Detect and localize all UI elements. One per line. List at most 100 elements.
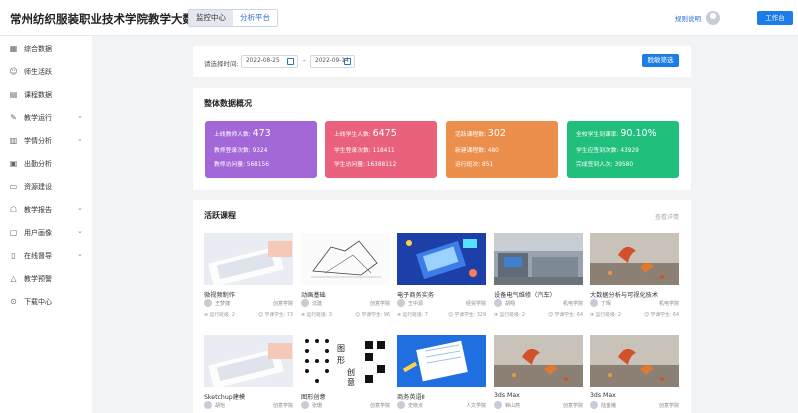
platform-switch: 监控中心 分析平台: [188, 9, 278, 27]
svg-text:创: 创: [347, 367, 355, 377]
grid-icon: ▦: [9, 44, 18, 53]
college-name: 创意学院: [369, 301, 390, 307]
stat-row: 新建课程数: 480: [455, 148, 499, 154]
course-thumbnail: [204, 335, 293, 387]
chevron-down-icon: ⌄: [77, 227, 83, 235]
sidebar-item-label: 在线督导: [24, 252, 52, 260]
start-date-input[interactable]: 2022-08-25: [241, 55, 298, 68]
sidebar-item-label: 学情分析: [24, 137, 52, 145]
sidebar-item-reports[interactable]: ☖ 教学报告 ⌄: [0, 200, 92, 220]
course-thumbnail: [494, 335, 583, 387]
stat-row: 上线教师人数: 473: [214, 128, 271, 139]
svg-text:图: 图: [337, 344, 345, 353]
stat-row: 学生登录次数: 118411: [334, 148, 395, 154]
college-name: 机电学院: [562, 301, 583, 307]
college-name: 创意学院: [658, 403, 679, 409]
enrolled-students: ☺ 学课学生: 73: [258, 313, 293, 318]
course-thumbnail: [590, 233, 679, 285]
sidebar-item-resources[interactable]: ▭ 资源建设: [0, 177, 92, 197]
course-name: 设备电气维修（汽车）: [494, 292, 556, 299]
enrolled-students: ☺ 学课学生: 329: [447, 313, 486, 318]
course-card[interactable]: 电子商务实务 王中源 经贸学院 ⊕ 运行班级: 7 ☺ 学课学生: 329: [397, 233, 486, 319]
course-card[interactable]: 动画基础 沈建 创意学院 ⊕ 运行班级: 3 ☺ 学课学生: 96: [301, 233, 390, 319]
sidebar-item-label: 教学预警: [24, 275, 52, 283]
course-card[interactable]: 微视频制作 王梦捷 创意学院 ⊕ 运行班级: 2 ☺ 学课学生: 73: [204, 233, 293, 319]
running-classes: ⊕ 运行班级: 7: [397, 313, 428, 318]
course-name: 动画基础: [301, 292, 326, 299]
stat-row: 活跃课程数: 302: [455, 128, 506, 139]
teacher-name: 陆金娥: [601, 403, 617, 409]
book-icon: ▤: [9, 90, 18, 99]
course-card[interactable]: 图形创意 图形创意 张珊 创意学院: [301, 335, 390, 413]
download-icon: ⊙: [10, 297, 17, 306]
stat-card-students: 上线学生人数: 6475 学生登录次数: 118411 学生访问量: 16388…: [325, 121, 437, 178]
course-name: 大数据分析与可视化技术: [590, 292, 659, 299]
enrolled-students: ☺ 学课学生: 96: [355, 313, 390, 318]
running-classes: ⊕ 运行班级: 2: [204, 313, 235, 318]
filter-bar: 请选择时间: 2022-08-25 - 2022-09-14 脱敏筛选: [193, 46, 691, 77]
sidebar-item-supervision[interactable]: ▯ 在线督导 ⌄: [0, 246, 92, 266]
stat-row: 教师访问量: 568156: [214, 162, 269, 168]
teacher-name: 胡翔: [505, 301, 516, 307]
portrait-icon: ▢: [9, 228, 18, 237]
course-thumbnail: [494, 233, 583, 285]
running-classes: ⊕ 运行班级: 2: [590, 313, 621, 318]
tab-analysis-platform[interactable]: 分析平台: [233, 10, 277, 26]
college-name: 机电学院: [658, 301, 679, 307]
enrolled-students: ☺ 学课学生: 64: [644, 313, 679, 318]
rules-link[interactable]: 规则说明: [675, 13, 701, 23]
sidebar-item-label: 课程数据: [24, 91, 52, 99]
sidebar-item-label: 出勤分析: [24, 160, 52, 168]
view-details-link[interactable]: 查看详情: [655, 212, 679, 221]
chevron-down-icon: ⌄: [77, 112, 83, 120]
course-name: 电子商务实务: [397, 292, 435, 299]
teacher-avatar: [590, 299, 598, 307]
desensitize-filter-button[interactable]: 脱敏筛选: [642, 54, 679, 67]
teacher-avatar: [301, 401, 309, 409]
sidebar-item-download[interactable]: ⊙ 下载中心: [0, 292, 92, 312]
sidebar-item-overview[interactable]: ▦ 综合数据: [0, 39, 92, 59]
teacher-name: 史晓贞: [408, 403, 424, 409]
date-separator: -: [303, 57, 306, 65]
sidebar-item-label: 师生活跃: [24, 68, 52, 76]
end-date-input[interactable]: 2022-09-14: [310, 55, 355, 68]
course-card[interactable]: 商务英语Ⅱ 史晓贞 人文学院: [397, 335, 486, 413]
active-courses-title: 活跃课程: [204, 211, 236, 220]
user-icon: ☺: [9, 67, 18, 76]
course-card[interactable]: 设备电气维修（汽车） 胡翔 机电学院 ⊕ 运行班级: 2 ☺ 学课学生: 64: [494, 233, 583, 319]
sidebar-item-study-analysis[interactable]: ▥ 学情分析 ⌄: [0, 131, 92, 151]
stat-row: 学生访问量: 16388112: [334, 162, 397, 168]
sidebar-item-user-portrait[interactable]: ▢ 用户画像 ⌄: [0, 223, 92, 243]
running-classes: ⊕ 运行班级: 2: [494, 313, 525, 318]
college-name: 人文学院: [465, 403, 486, 409]
sidebar-item-label: 资源建设: [24, 183, 52, 191]
course-card[interactable]: 3ds Max 陆金娥 创意学院: [590, 335, 679, 413]
course-card[interactable]: 3ds Max 钟山燕 创意学院: [494, 335, 583, 413]
folder-icon: ▭: [9, 182, 18, 191]
stat-card-attendance: 全校学生到课率: 90.10% 学生应签到次数: 43929 完成签到人次: 3…: [567, 121, 679, 178]
sidebar-item-teaching-run[interactable]: ✎ 教学运行 ⌄: [0, 108, 92, 128]
sidebar: ▦ 综合数据 ☺ 师生活跃 ▤ 课程数据 ✎ 教学运行 ⌄ ▥ 学情分析 ⌄ ▣…: [0, 36, 92, 413]
teacher-name: 王中源: [408, 301, 424, 307]
course-name: 3ds Max: [590, 392, 616, 399]
teacher-name: 王梦捷: [215, 301, 231, 307]
college-name: 经贸学院: [465, 301, 486, 307]
bell-icon: △: [10, 274, 17, 283]
course-card[interactable]: 大数据分析与可视化技术 丁晖 机电学院 ⊕ 运行班级: 2 ☺ 学课学生: 64: [590, 233, 679, 319]
calendar-icon: ▣: [9, 159, 18, 168]
workbench-button[interactable]: 工作台: [757, 11, 793, 25]
user-avatar[interactable]: [706, 11, 720, 25]
course-thumbnail: [397, 233, 486, 285]
overview-title: 整体数据概况: [204, 99, 252, 108]
sidebar-item-activity[interactable]: ☺ 师生活跃: [0, 62, 92, 82]
course-card[interactable]: Sketchup建模 胡怡 创意学院: [204, 335, 293, 413]
sidebar-item-attendance[interactable]: ▣ 出勤分析: [0, 154, 92, 174]
sidebar-item-warning[interactable]: △ 教学预警: [0, 269, 92, 289]
stat-row: 学生应签到次数: 43929: [576, 148, 639, 154]
pen-icon: ✎: [10, 113, 17, 122]
tab-monitor-center[interactable]: 监控中心: [189, 10, 233, 26]
teacher-name: 胡怡: [215, 403, 226, 409]
sidebar-item-courses[interactable]: ▤ 课程数据: [0, 85, 92, 105]
teacher-avatar: [301, 299, 309, 307]
stat-row: 完成签到人次: 39580: [576, 162, 634, 168]
